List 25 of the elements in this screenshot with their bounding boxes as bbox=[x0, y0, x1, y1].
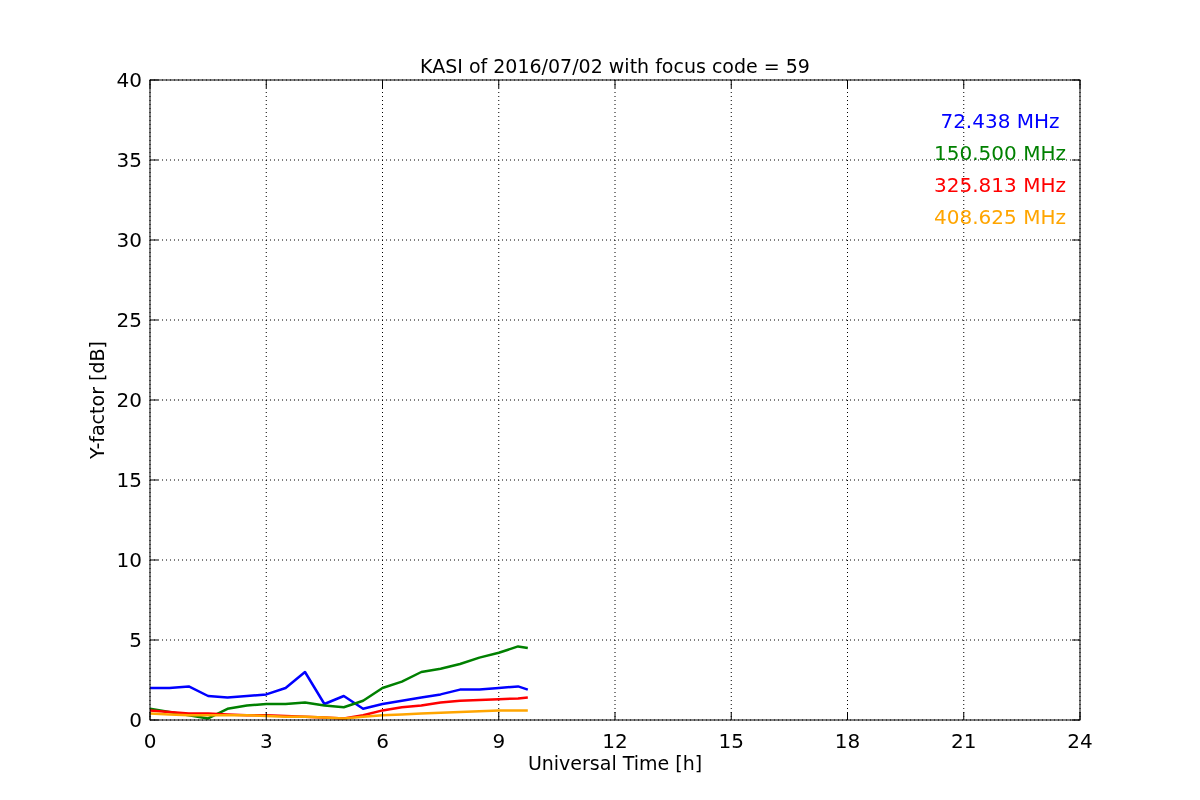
y-tick-label: 35 bbox=[116, 148, 142, 172]
y-tick-label: 10 bbox=[116, 548, 142, 572]
y-tick-label: 30 bbox=[116, 228, 142, 252]
y-tick-label: 20 bbox=[116, 388, 142, 412]
chart-title: KASI of 2016/07/02 with focus code = 59 bbox=[420, 55, 810, 77]
x-tick-label: 12 bbox=[602, 729, 628, 753]
x-tick-label: 0 bbox=[143, 729, 157, 753]
y-tick-label: 40 bbox=[116, 68, 142, 92]
y-tick-label: 5 bbox=[129, 628, 142, 652]
y-tick-label: 25 bbox=[116, 308, 142, 332]
x-tick-label: 15 bbox=[718, 729, 744, 753]
x-tick-label: 6 bbox=[376, 729, 389, 753]
legend-label: 72.438 MHz bbox=[940, 109, 1060, 133]
legend-label: 150.500 MHz bbox=[934, 141, 1066, 165]
y-tick-label: 15 bbox=[116, 468, 142, 492]
y-axis-label: Y-factor [dB] bbox=[86, 341, 108, 459]
x-tick-label: 21 bbox=[951, 729, 977, 753]
x-tick-label: 24 bbox=[1067, 729, 1093, 753]
y-tick-label: 0 bbox=[129, 708, 142, 732]
x-axis-label: Universal Time [h] bbox=[527, 752, 703, 774]
legend-label: 325.813 MHz bbox=[934, 173, 1066, 197]
x-tick-label: 3 bbox=[259, 729, 273, 753]
x-tick-label: 18 bbox=[834, 729, 861, 753]
legend-label: 408.625 MHz bbox=[934, 205, 1066, 229]
x-tick-label: 9 bbox=[492, 729, 506, 753]
